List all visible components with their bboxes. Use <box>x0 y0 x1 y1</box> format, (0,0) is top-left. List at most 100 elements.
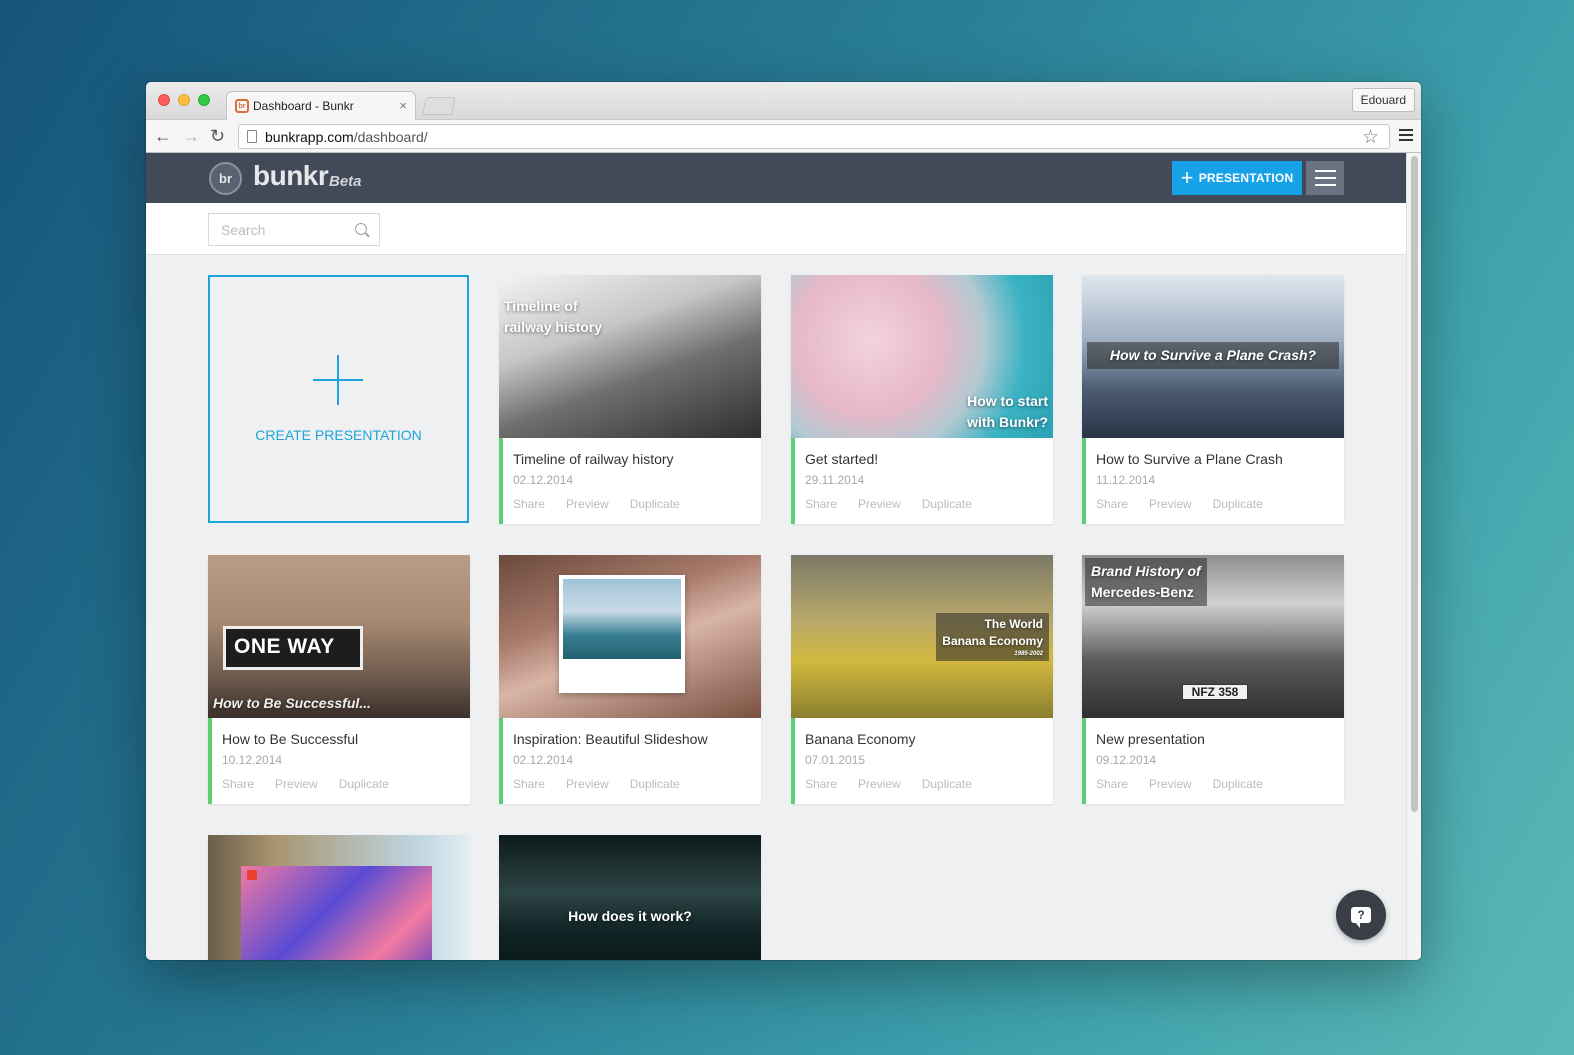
share-link[interactable]: Share <box>513 497 545 511</box>
thumb-caption: How to Survive a Plane Crash? <box>1087 342 1339 369</box>
presentation-thumbnail[interactable] <box>499 555 761 718</box>
card-title[interactable]: Banana Economy <box>805 731 916 747</box>
card-info: Get started! 29.11.2014 Share Preview Du… <box>791 438 1053 524</box>
hamburger-menu-button[interactable] <box>1306 161 1344 195</box>
search-input[interactable] <box>209 214 379 245</box>
close-window-button[interactable] <box>158 94 170 106</box>
back-arrow-icon[interactable]: ← <box>154 126 172 146</box>
duplicate-link[interactable]: Duplicate <box>922 497 972 511</box>
card-info: New presentation 09.12.2014 Share Previe… <box>1082 718 1344 804</box>
card-info: Timeline of railway history 02.12.2014 S… <box>499 438 761 524</box>
video-thumbnail-image <box>241 866 432 960</box>
search-icon[interactable] <box>355 223 367 235</box>
logo-text[interactable]: bunkr <box>253 160 329 192</box>
browser-window: br Dashboard - Bunkr × Edouard ← → ↻ bun… <box>146 82 1421 960</box>
thumb-caption: Timeline of railway history <box>504 298 603 335</box>
card-title[interactable]: Timeline of railway history <box>513 451 674 467</box>
presentation-card[interactable]: Inspiration: Beautiful Slideshow 02.12.2… <box>499 555 761 804</box>
browser-menu-icon[interactable] <box>1399 129 1413 144</box>
page-scrollbar[interactable] <box>1406 153 1421 960</box>
card-date: 02.12.2014 <box>513 473 574 487</box>
help-chat-button[interactable]: ? <box>1336 890 1386 940</box>
preview-link[interactable]: Preview <box>275 777 318 791</box>
browser-titlebar: br Dashboard - Bunkr × Edouard <box>146 82 1421 120</box>
presentation-card[interactable]: The World Banana Economy 1985-2002 Banan… <box>791 555 1053 804</box>
presentation-card[interactable]: Brand History of Mercedes-Benz NFZ 358 N… <box>1082 555 1344 804</box>
url-domain: bunkrapp.com <box>265 128 354 145</box>
share-link[interactable]: Share <box>805 497 837 511</box>
share-link[interactable]: Share <box>1096 497 1128 511</box>
presentation-thumbnail[interactable]: The World Banana Economy 1985-2002 <box>791 555 1053 718</box>
preview-link[interactable]: Preview <box>1149 497 1192 511</box>
presentation-card[interactable]: Timeline of railway history Timeline of r… <box>499 275 761 524</box>
presentation-thumbnail[interactable]: How to Survive a Plane Crash? <box>1082 275 1344 438</box>
card-title[interactable]: Inspiration: Beautiful Slideshow <box>513 731 708 747</box>
preview-link[interactable]: Preview <box>566 777 609 791</box>
thumb-caption: Brand History of Mercedes-Benz <box>1085 558 1207 606</box>
license-plate: NFZ 358 <box>1182 684 1248 700</box>
presentation-thumbnail[interactable] <box>208 835 470 960</box>
preview-link[interactable]: Preview <box>566 497 609 511</box>
duplicate-link[interactable]: Duplicate <box>1213 497 1263 511</box>
bunkr-favicon-icon: br <box>235 99 249 113</box>
card-date: 07.01.2015 <box>805 753 866 767</box>
preview-link[interactable]: Preview <box>858 497 901 511</box>
presentation-card[interactable]: How to start with Bunkr? Get started! 29.… <box>791 275 1053 524</box>
card-title[interactable]: How to Be Successful <box>222 731 358 747</box>
create-presentation-label: CREATE PRESENTATION <box>255 427 422 443</box>
new-presentation-button[interactable]: + PRESENTATION <box>1172 161 1302 195</box>
card-date: 02.12.2014 <box>513 753 574 767</box>
presentation-thumbnail[interactable]: Timeline of railway history <box>499 275 761 438</box>
card-info: Inspiration: Beautiful Slideshow 02.12.2… <box>499 718 761 804</box>
browser-tab[interactable]: br Dashboard - Bunkr × <box>226 91 416 120</box>
one-way-sign: ONE WAY <box>223 626 363 670</box>
duplicate-link[interactable]: Duplicate <box>1213 777 1263 791</box>
search-box <box>208 213 380 246</box>
duplicate-link[interactable]: Duplicate <box>630 497 680 511</box>
share-link[interactable]: Share <box>805 777 837 791</box>
new-tab-button[interactable] <box>422 97 456 115</box>
presentation-card[interactable]: ONE WAY How to Be Successful... How to B… <box>208 555 470 804</box>
preview-link[interactable]: Preview <box>858 777 901 791</box>
card-date: 09.12.2014 <box>1096 753 1157 767</box>
card-title[interactable]: Get started! <box>805 451 878 467</box>
share-link[interactable]: Share <box>1096 777 1128 791</box>
tweet-card-image <box>559 575 685 693</box>
tab-title: Dashboard - Bunkr <box>253 99 354 113</box>
presentation-card[interactable] <box>208 835 470 960</box>
presentation-thumbnail[interactable]: How to start with Bunkr? <box>791 275 1053 438</box>
new-presentation-label: PRESENTATION <box>1198 171 1294 185</box>
minimize-window-button[interactable] <box>178 94 190 106</box>
help-chat-icon: ? <box>1351 907 1371 928</box>
share-link[interactable]: Share <box>513 777 545 791</box>
app-header: br bunkr Beta + PRESENTATION <box>146 153 1406 203</box>
presentation-thumbnail[interactable]: How does it work? <box>499 835 761 960</box>
tab-close-icon[interactable]: × <box>399 98 407 113</box>
card-title[interactable]: New presentation <box>1096 731 1205 747</box>
card-title[interactable]: How to Survive a Plane Crash <box>1096 451 1283 467</box>
card-info: How to Survive a Plane Crash 11.12.2014 … <box>1082 438 1344 524</box>
bookmark-star-icon[interactable]: ☆ <box>1362 126 1379 149</box>
plus-icon: + <box>1180 165 1194 190</box>
thumb-caption: The World Banana Economy 1985-2002 <box>936 613 1049 661</box>
preview-link[interactable]: Preview <box>1149 777 1192 791</box>
duplicate-link[interactable]: Duplicate <box>630 777 680 791</box>
presentation-card[interactable]: How to Survive a Plane Crash? How to Sur… <box>1082 275 1344 524</box>
maximize-window-button[interactable] <box>198 94 210 106</box>
app-viewport: br bunkr Beta + PRESENTATION CREATE PRES… <box>146 153 1406 960</box>
presentation-thumbnail[interactable]: Brand History of Mercedes-Benz NFZ 358 <box>1082 555 1344 718</box>
presentation-card[interactable]: How does it work? <box>499 835 761 960</box>
reload-icon[interactable]: ↻ <box>210 126 225 146</box>
card-info: Banana Economy 07.01.2015 Share Preview … <box>791 718 1053 804</box>
create-presentation-card[interactable]: CREATE PRESENTATION <box>208 275 469 523</box>
address-bar[interactable]: bunkrapp.com/dashboard/ ☆ <box>238 124 1390 149</box>
presentation-thumbnail[interactable]: ONE WAY How to Be Successful... <box>208 555 470 718</box>
card-date: 11.12.2014 <box>1096 473 1156 487</box>
forward-arrow-icon[interactable]: → <box>182 126 200 146</box>
duplicate-link[interactable]: Duplicate <box>922 777 972 791</box>
share-link[interactable]: Share <box>222 777 254 791</box>
duplicate-link[interactable]: Duplicate <box>339 777 389 791</box>
bunkr-logo-icon[interactable]: br <box>209 162 242 195</box>
profile-button[interactable]: Edouard <box>1351 88 1415 112</box>
scrollbar-thumb[interactable] <box>1411 156 1418 812</box>
